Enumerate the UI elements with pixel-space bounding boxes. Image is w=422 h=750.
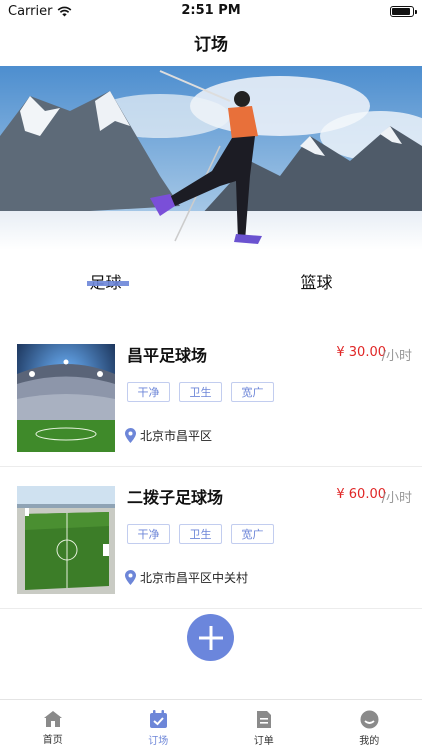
tab-football[interactable]: 足球	[0, 250, 211, 312]
tabbar-item-booking[interactable]: 订场	[106, 700, 212, 750]
bottom-tab-bar: 首页 订场 订单 我的	[0, 699, 422, 750]
tabbar-label: 我的	[359, 736, 380, 747]
venue-thumbnail	[17, 344, 115, 452]
venue-address: 北京市昌平区中关村	[125, 569, 248, 586]
venue-tag: 卫生	[179, 524, 222, 544]
venue-thumbnail	[17, 486, 115, 594]
location-pin-icon	[125, 428, 136, 443]
banner-art	[0, 66, 422, 250]
venue-card[interactable]: 昌平足球场 ¥ 30.00 /小时 干净 卫生 宽广 北京市昌平区	[0, 326, 422, 467]
venue-name: 二拨子足球场	[127, 488, 224, 507]
venue-tag: 干净	[127, 524, 170, 544]
tab-active-indicator	[86, 281, 129, 286]
status-bar: Carrier 2:51 PM	[0, 0, 422, 22]
tabbar-label: 订场	[148, 736, 169, 747]
venue-tags: 干净 卫生 宽广	[127, 524, 274, 544]
page-title: 订场	[194, 35, 228, 55]
location-pin-icon	[125, 570, 136, 585]
add-button[interactable]	[187, 614, 234, 661]
tabbar-item-profile[interactable]: 我的	[317, 700, 422, 750]
venue-tag: 宽广	[231, 524, 274, 544]
venue-card[interactable]: 二拨子足球场 ¥ 60.00 /小时 干净 卫生 宽广 北京市昌平区中关村	[0, 468, 422, 609]
venue-tags: 干净 卫生 宽广	[127, 382, 274, 402]
home-icon	[43, 711, 62, 727]
tabbar-label: 订单	[253, 736, 274, 747]
venue-tag: 干净	[127, 382, 170, 402]
venue-price: ¥ 30.00	[336, 345, 386, 360]
battery-icon	[390, 5, 417, 17]
venue-address-text: 北京市昌平区中关村	[140, 571, 249, 585]
tab-label: 篮球	[300, 273, 333, 292]
tab-basketball[interactable]: 篮球	[211, 250, 422, 312]
venue-address-text: 北京市昌平区	[140, 429, 213, 443]
status-time: 2:51 PM	[181, 3, 241, 18]
section-divider	[0, 312, 422, 326]
document-icon	[256, 711, 271, 728]
profile-icon	[360, 710, 379, 729]
calendar-check-icon	[149, 710, 167, 728]
venue-tag: 宽广	[231, 382, 274, 402]
venue-address: 北京市昌平区	[125, 427, 212, 444]
venue-tag: 卫生	[179, 382, 222, 402]
venue-price-unit: /小时	[381, 491, 412, 506]
tabbar-item-orders[interactable]: 订单	[211, 700, 317, 750]
tabbar-item-home[interactable]: 首页	[0, 700, 106, 750]
venue-price-unit: /小时	[381, 349, 412, 364]
battery-level	[392, 7, 410, 15]
sport-tabs: 足球 篮球	[0, 250, 422, 312]
banner-image[interactable]	[0, 66, 422, 250]
venue-price: ¥ 60.00	[336, 487, 386, 502]
tabbar-label: 首页	[42, 735, 63, 746]
plus-icon	[198, 625, 223, 650]
venue-name: 昌平足球场	[127, 346, 208, 365]
